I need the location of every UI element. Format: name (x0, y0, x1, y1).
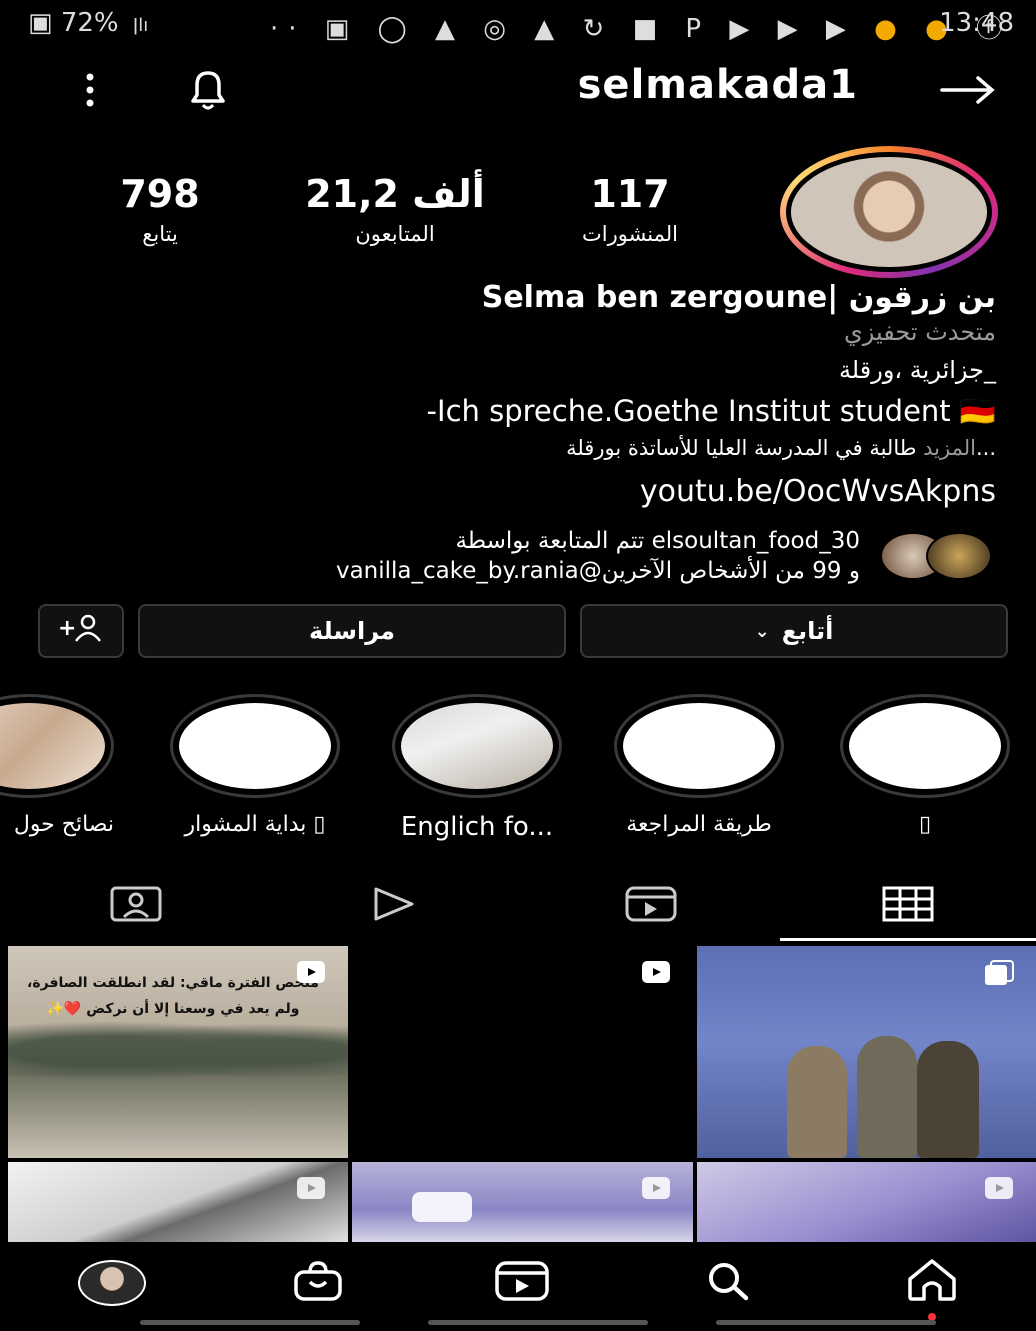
reel-icon (296, 960, 326, 988)
notification-icons: ·· ▣ ◯ ▲ ◎ ▲ ↻ ■ P ▶ ▶ ▶ ● ● ⓕ (270, 8, 1012, 45)
post-thumbnail[interactable] (8, 1162, 348, 1242)
more-icon: ·· (270, 14, 307, 44)
post-thumbnail[interactable] (352, 946, 693, 1158)
youtube-icon: ▶ (777, 14, 808, 44)
tab-videos[interactable] (264, 876, 522, 936)
highlight-label: نصائح حول (13, 812, 114, 837)
add-user-icon: + (58, 613, 104, 649)
sim-icon: ▣ (28, 8, 53, 38)
followers-label: المتابعون (355, 222, 435, 246)
options-menu-icon[interactable] (70, 66, 110, 114)
arrow-right-icon[interactable] (936, 66, 1000, 114)
battery-level: 72% (60, 8, 119, 38)
profile-avatar-icon (78, 1260, 146, 1306)
notification-bell-icon[interactable] (180, 64, 236, 116)
sync-icon: ↻ (582, 14, 615, 44)
whatsapp-icon: ◯ (377, 14, 417, 44)
circle-icon: ● (874, 14, 907, 44)
tab-reels[interactable] (522, 876, 780, 936)
nav-search[interactable] (676, 1243, 780, 1323)
status-bar: ▣ 72% ǀlı ·· ▣ ◯ ▲ ◎ ▲ ↻ ■ P ▶ ▶ ▶ ● ● ⓕ… (0, 0, 1036, 52)
grid-icon (880, 885, 936, 927)
highlight-item[interactable]: بداية المشوار ▯ (170, 694, 340, 837)
highlight-item[interactable]: ▯ (840, 694, 1010, 837)
nav-reels[interactable] (470, 1243, 574, 1323)
bottom-navigation (0, 1243, 1036, 1331)
post-thumbnail[interactable] (352, 1162, 693, 1242)
profile-photo (791, 157, 987, 267)
highlight-label: بداية المشوار ▯ (184, 812, 326, 837)
status-left: ▣ 72% ǀlı (28, 8, 148, 38)
profile-username: selmakada1 (577, 62, 858, 108)
search-icon (700, 1260, 756, 1306)
carousel-icon (984, 960, 1014, 990)
play-icon (368, 885, 418, 927)
posts-label: المنشورات (581, 222, 679, 246)
shopping-bag-icon (290, 1260, 346, 1306)
follow-button[interactable]: ⌄ أتابع (580, 604, 1008, 658)
message-button-label: مراسلة (309, 617, 395, 645)
nav-profile[interactable] (60, 1243, 164, 1323)
bio-line-1: جزائرية ،ورقلة_ (838, 356, 996, 384)
gesture-bar (140, 1320, 360, 1325)
post-caption-overlay: ملخص الفترة ماقي: لقد انطلقت الصافرة، ول… (27, 975, 319, 1017)
posts-count: 117 (590, 172, 670, 216)
chevron-down-icon: ⌄ (754, 620, 770, 642)
warning-icon: ▲ (435, 14, 466, 44)
profile-category: متحدث تحفيزي (844, 318, 996, 346)
followed-by-line-1[interactable]: تتم المتابعة بواسطة elsoultan_food_30 (455, 528, 860, 554)
youtube-icon: ▶ (729, 14, 760, 44)
reels-icon (493, 1260, 551, 1306)
following-stat[interactable]: 798 يتابع (90, 172, 230, 246)
highlight-label: Englich fo... (400, 812, 554, 842)
message-button[interactable]: مراسلة (138, 604, 566, 658)
bio-line-3-row: المزيد طالبة في المدرسة العليا للأساتذة … (566, 436, 996, 460)
highlight-item[interactable]: Englich fo... (392, 694, 562, 842)
instagram-icon: ◎ (483, 14, 516, 44)
bio-line-2: -Ich spreche.Goethe Institut student 🇩🇪 (426, 394, 996, 428)
gesture-bar (428, 1320, 648, 1325)
post-thumbnail[interactable]: ملخص الفترة ماقي: لقد انطلقت الصافرة، ول… (8, 946, 348, 1158)
reels-icon (623, 885, 679, 927)
suggest-users-button[interactable]: + (38, 604, 124, 658)
mutual-avatars[interactable] (880, 532, 1000, 580)
highlight-label: طريقة المراجعة (626, 812, 772, 837)
gesture-bar (716, 1320, 936, 1325)
active-tab-indicator (780, 938, 1036, 941)
posts-stat[interactable]: 117 المنشورات (540, 172, 720, 246)
more-link[interactable]: المزيد (923, 436, 976, 460)
tagged-icon (108, 885, 164, 927)
followers-count: 21,2 ألف (305, 172, 485, 216)
clock: 13:48 (939, 8, 1014, 38)
follow-button-label: أتابع (781, 617, 834, 645)
reel-icon (641, 1176, 671, 1204)
nav-home[interactable] (880, 1243, 984, 1323)
highlight-label: ▯ (918, 812, 932, 837)
followed-by-line-2[interactable]: vanilla_cake_by.rania@و 99 من الأشخاص ال… (336, 558, 860, 584)
profile-full-name: Selma ben zergoune| بن زرقون (481, 280, 996, 315)
gallery-icon: ▣ (324, 14, 360, 44)
highlight-item[interactable]: طريقة المراجعة (614, 694, 784, 837)
home-icon (902, 1257, 962, 1309)
pinterest-icon: P (685, 14, 712, 44)
following-count: 798 (120, 172, 200, 216)
nav-shop[interactable] (266, 1243, 370, 1323)
youtube-icon: ▶ (825, 14, 856, 44)
post-thumbnail[interactable] (697, 1162, 1036, 1242)
tab-grid[interactable] (780, 876, 1036, 936)
bio-link[interactable]: youtu.be/OocWvsAkpns (640, 474, 996, 509)
profile-avatar[interactable] (780, 146, 1000, 280)
tab-tagged[interactable] (8, 876, 264, 936)
app-icon: ▲ (534, 14, 565, 44)
following-label: يتابع (142, 222, 178, 246)
highlight-item[interactable]: نصائح حول (0, 694, 114, 837)
svg-text:+: + (58, 616, 76, 641)
bag-icon: ■ (632, 14, 668, 44)
reel-icon (641, 960, 671, 988)
post-thumbnail[interactable] (697, 946, 1036, 1158)
signal-icon: ǀlı (132, 15, 149, 36)
reel-icon (296, 1176, 326, 1204)
reel-icon (984, 1176, 1014, 1204)
followers-stat[interactable]: 21,2 ألف المتابعون (280, 172, 510, 246)
